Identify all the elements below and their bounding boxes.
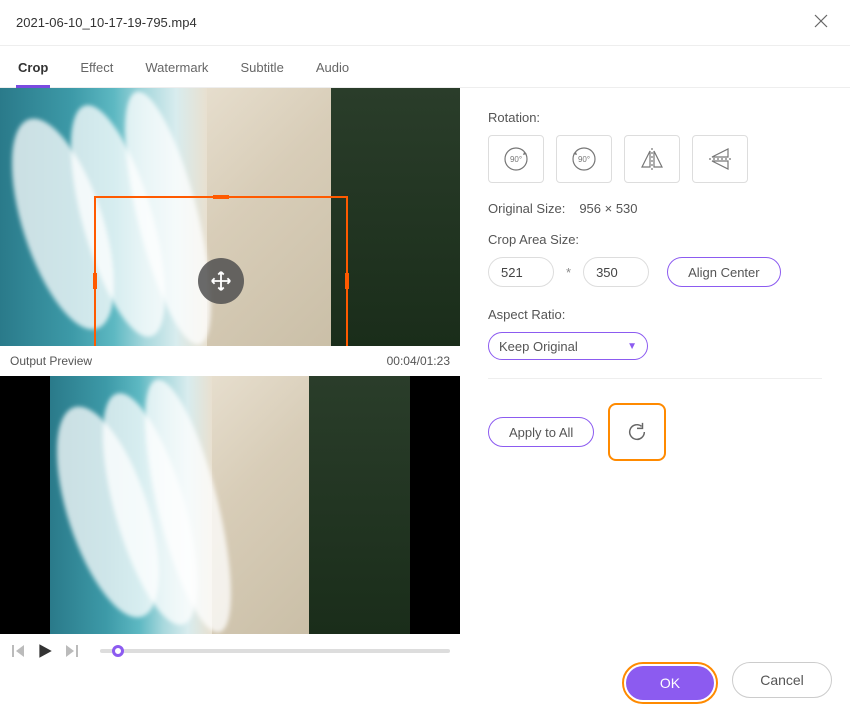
svg-text:90°: 90° [578, 155, 590, 164]
aspect-ratio-label: Aspect Ratio: [488, 307, 822, 322]
tab-audio[interactable]: Audio [314, 54, 351, 87]
preview-info-bar: Output Preview 00:04/01:23 [0, 346, 460, 376]
output-preview [0, 376, 460, 634]
flip-horizontal-button[interactable] [624, 135, 680, 183]
rotate-cw-button[interactable]: 90° [488, 135, 544, 183]
title-bar: 2021-06-10_10-17-19-795.mp4 [0, 0, 850, 46]
chevron-down-icon: ▼ [627, 341, 637, 352]
output-preview-label: Output Preview [10, 354, 92, 368]
cancel-button[interactable]: Cancel [732, 662, 832, 698]
crop-width-input[interactable] [488, 257, 554, 287]
tab-watermark[interactable]: Watermark [143, 54, 210, 87]
divider [488, 378, 822, 379]
original-size-label: Original Size: [488, 201, 565, 216]
crop-height-input[interactable] [583, 257, 649, 287]
tab-bar: Crop Effect Watermark Subtitle Audio [0, 46, 850, 88]
original-size-value: 956 × 530 [579, 201, 637, 216]
crop-area-label: Crop Area Size: [488, 232, 822, 247]
close-icon[interactable] [808, 10, 834, 35]
rotate-ccw-button[interactable]: 90° [556, 135, 612, 183]
move-icon[interactable] [198, 258, 244, 304]
tab-effect[interactable]: Effect [78, 54, 115, 87]
ok-button[interactable]: OK [626, 666, 714, 700]
source-preview[interactable] [0, 88, 460, 346]
aspect-ratio-select[interactable]: Keep Original ▼ [488, 332, 648, 360]
flip-vertical-button[interactable] [692, 135, 748, 183]
tab-subtitle[interactable]: Subtitle [238, 54, 285, 87]
reset-icon [626, 421, 648, 443]
window-title: 2021-06-10_10-17-19-795.mp4 [16, 15, 197, 30]
rotation-label: Rotation: [488, 110, 822, 125]
reset-button[interactable] [608, 403, 666, 461]
dialog-footer: OK Cancel [0, 650, 850, 718]
apply-to-all-button[interactable]: Apply to All [488, 417, 594, 447]
tab-crop[interactable]: Crop [16, 54, 50, 88]
align-center-button[interactable]: Align Center [667, 257, 781, 287]
aspect-ratio-value: Keep Original [499, 339, 578, 354]
time-display: 00:04/01:23 [387, 354, 450, 368]
svg-text:90°: 90° [510, 155, 522, 164]
crop-frame[interactable] [94, 196, 348, 346]
multiply-symbol: * [562, 265, 575, 280]
